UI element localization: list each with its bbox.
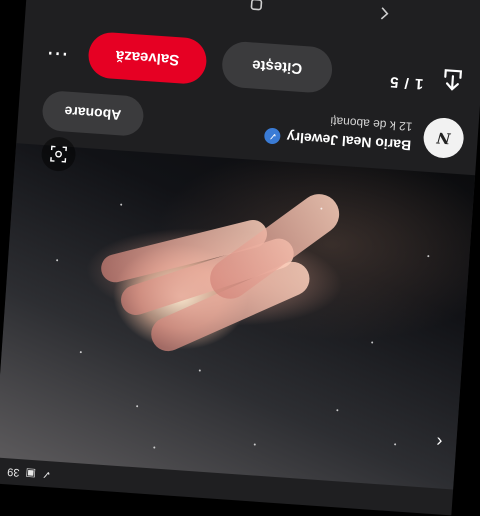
share-icon[interactable]	[439, 66, 467, 94]
recents-icon-glyph	[126, 0, 135, 1]
dust-particle	[198, 369, 201, 372]
follow-button[interactable]: Abonare	[41, 89, 145, 137]
check-icon: ✓	[41, 467, 52, 481]
recents-icon[interactable]	[116, 0, 142, 8]
battery-text: 39	[6, 465, 20, 479]
pin-image[interactable]: ‹	[0, 135, 476, 490]
dust-particle	[153, 446, 156, 449]
more-icon[interactable]: ⋯	[42, 40, 70, 67]
dust-particle	[136, 405, 139, 408]
avatar[interactable]: N	[422, 116, 465, 160]
back-icon[interactable]	[371, 1, 397, 27]
creator-name[interactable]: Bario Neal Jewelry	[286, 129, 411, 154]
verified-check-icon: ✓	[264, 127, 282, 145]
dust-particle	[336, 409, 339, 412]
lens-icon[interactable]	[40, 135, 77, 173]
lens-icon-glyph	[50, 145, 68, 163]
dust-particle	[371, 341, 374, 344]
dust-particle	[253, 443, 256, 446]
dust-particle	[120, 203, 123, 206]
home-icon[interactable]	[244, 0, 270, 17]
read-button[interactable]: Citește	[220, 40, 334, 94]
rotated-stage: ✓ ▣ 39 ‹ N Bario Neal Jewelry ✓ 12 k de …	[0, 0, 480, 516]
back-icon-glyph	[380, 7, 389, 20]
follower-count: 12 k de abonați	[329, 114, 413, 134]
dust-particle	[427, 255, 430, 258]
dust-particle	[79, 351, 82, 354]
phone-screen: ✓ ▣ 39 ‹ N Bario Neal Jewelry ✓ 12 k de …	[0, 0, 480, 516]
dust-particle	[394, 443, 397, 446]
image-icon: ▣	[25, 466, 37, 480]
dust-particle	[320, 207, 323, 210]
dust-particle	[56, 259, 59, 262]
close-icon[interactable]: ‹	[416, 425, 444, 452]
save-button[interactable]: Salvează	[87, 31, 208, 86]
home-icon-glyph	[250, 0, 263, 11]
status-icons: ✓ ▣ 39	[7, 465, 52, 481]
page-indicator: 1 / 5	[388, 73, 424, 93]
